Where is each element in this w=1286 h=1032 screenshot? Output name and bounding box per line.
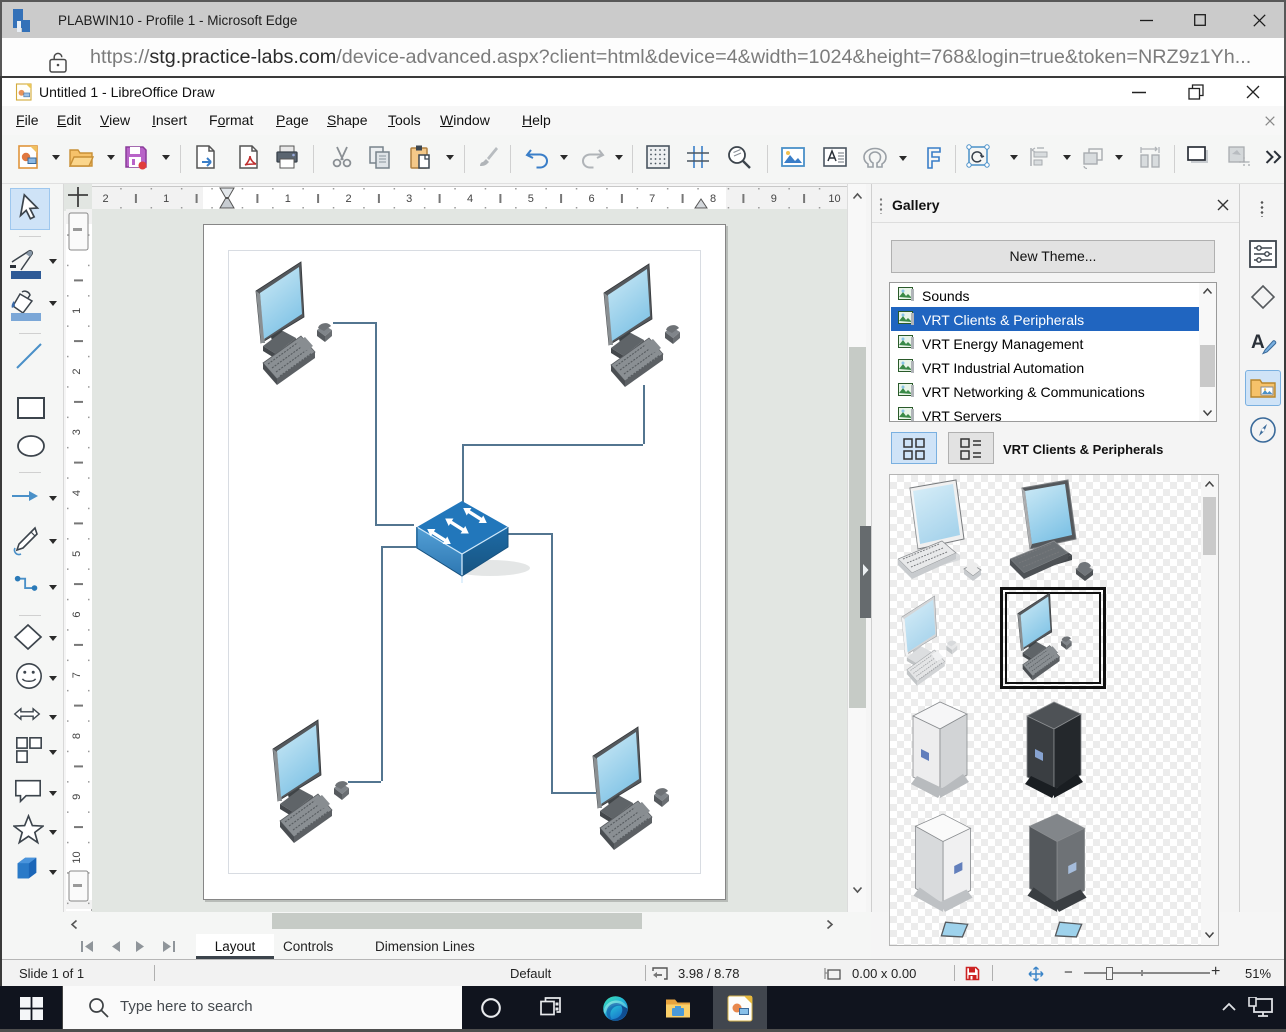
svg-text:A: A — [1251, 332, 1265, 353]
svg-text:8: 8 — [710, 193, 716, 205]
svg-text:9: 9 — [771, 193, 777, 205]
svg-text:7: 7 — [649, 193, 655, 205]
svg-text:4: 4 — [467, 193, 473, 205]
svg-text:9: 9 — [71, 794, 83, 800]
svg-text:1: 1 — [71, 308, 83, 314]
svg-text:3: 3 — [406, 193, 412, 205]
svg-text:7: 7 — [71, 672, 83, 678]
svg-text:10: 10 — [828, 193, 840, 205]
svg-text:1: 1 — [163, 193, 169, 205]
svg-text:2: 2 — [102, 193, 108, 205]
svg-text:6: 6 — [588, 193, 594, 205]
svg-text:10: 10 — [71, 851, 83, 863]
svg-text:5: 5 — [528, 193, 534, 205]
svg-text:2: 2 — [71, 368, 83, 374]
svg-text:1: 1 — [285, 193, 291, 205]
svg-text:2: 2 — [345, 193, 351, 205]
svg-text:5: 5 — [71, 551, 83, 557]
svg-text:3: 3 — [71, 429, 83, 435]
svg-text:8: 8 — [71, 733, 83, 739]
svg-text:4: 4 — [71, 490, 83, 496]
svg-text:6: 6 — [71, 611, 83, 617]
